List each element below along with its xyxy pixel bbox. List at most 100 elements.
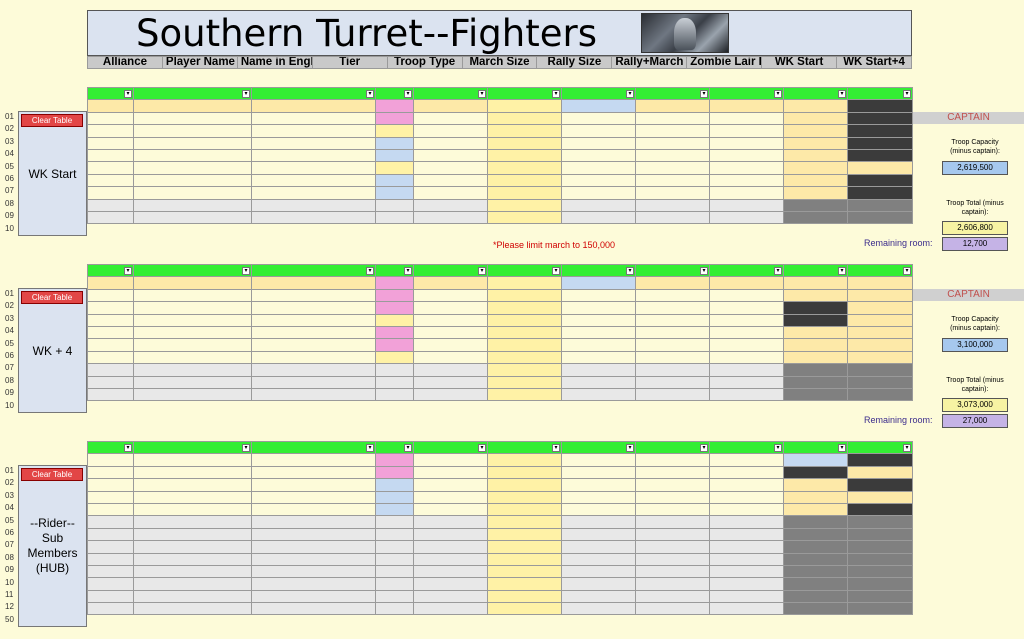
- filter-dropdown-icon[interactable]: ▾: [478, 90, 486, 99]
- rally-march-cell[interactable]: [635, 148, 710, 163]
- tier-cell[interactable]: [375, 465, 414, 480]
- troop-type-cell[interactable]: [413, 111, 488, 126]
- alliance-cell[interactable]: [87, 502, 134, 517]
- empty-cell[interactable]: [847, 589, 913, 604]
- empty-cell[interactable]: [133, 515, 252, 529]
- wk-start-cell[interactable]: [783, 111, 848, 126]
- rally-size-cell[interactable]: [561, 465, 636, 480]
- wk-start-cell[interactable]: [783, 99, 848, 113]
- wk-start-cell[interactable]: [783, 453, 848, 467]
- empty-cell[interactable]: [375, 564, 414, 579]
- table-row[interactable]: [87, 502, 913, 517]
- table-row[interactable]: [87, 99, 913, 113]
- empty-cell[interactable]: [847, 540, 913, 554]
- empty-cell[interactable]: [709, 564, 784, 579]
- filter-dropdown-icon[interactable]: ▾: [242, 444, 250, 453]
- rally-march-cell[interactable]: [635, 338, 710, 352]
- filter-dropdown-icon[interactable]: ▾: [903, 90, 911, 99]
- march-size-cell[interactable]: [487, 301, 562, 315]
- rally-march-cell[interactable]: [635, 502, 710, 517]
- table-row[interactable]: [87, 363, 913, 377]
- rally-size-cell[interactable]: [561, 338, 636, 352]
- player-name-cell[interactable]: [133, 276, 252, 290]
- empty-cell[interactable]: [783, 589, 848, 604]
- empty-cell[interactable]: [709, 375, 784, 389]
- filter-dropdown-icon[interactable]: ▾: [404, 444, 412, 453]
- troop-type-cell[interactable]: [413, 276, 488, 290]
- wk-start-4-cell[interactable]: [847, 301, 913, 315]
- rally-march-cell[interactable]: [635, 99, 710, 113]
- english-name-cell[interactable]: [251, 136, 376, 150]
- empty-cell[interactable]: [413, 210, 488, 225]
- empty-cell[interactable]: [783, 375, 848, 389]
- rally-march-cell[interactable]: [635, 453, 710, 467]
- filter-dropdown-icon[interactable]: ▾: [700, 444, 708, 453]
- empty-cell[interactable]: [375, 552, 414, 566]
- english-name-cell[interactable]: [251, 276, 376, 290]
- empty-cell[interactable]: [413, 363, 488, 377]
- table-row[interactable]: [87, 465, 913, 480]
- alliance-cell[interactable]: [87, 186, 134, 200]
- wk-start-4-cell[interactable]: [847, 325, 913, 340]
- table-row[interactable]: [87, 136, 913, 150]
- empty-cell[interactable]: [375, 540, 414, 554]
- table-row[interactable]: [87, 148, 913, 163]
- rally-size-cell[interactable]: [561, 490, 636, 504]
- empty-cell[interactable]: [251, 527, 376, 542]
- english-name-cell[interactable]: [251, 313, 376, 327]
- wk-start-cell[interactable]: [783, 465, 848, 480]
- zombie-lair-cell[interactable]: [709, 111, 784, 126]
- wk-start-4-cell[interactable]: [847, 288, 913, 303]
- player-name-cell[interactable]: [133, 124, 252, 138]
- zombie-lair-cell[interactable]: [709, 490, 784, 504]
- empty-cell[interactable]: [375, 515, 414, 529]
- table-row[interactable]: [87, 198, 913, 212]
- player-name-cell[interactable]: [133, 453, 252, 467]
- wk-start-cell[interactable]: [783, 136, 848, 150]
- wk-start-cell[interactable]: [783, 161, 848, 175]
- wk-start-cell[interactable]: [783, 313, 848, 327]
- troop-type-cell[interactable]: [413, 338, 488, 352]
- rally-size-cell[interactable]: [561, 173, 636, 188]
- zombie-lair-cell[interactable]: [709, 350, 784, 365]
- tier-cell[interactable]: [375, 325, 414, 340]
- alliance-cell[interactable]: [87, 301, 134, 315]
- zombie-lair-cell[interactable]: [709, 453, 784, 467]
- tier-cell[interactable]: [375, 301, 414, 315]
- english-name-cell[interactable]: [251, 301, 376, 315]
- rally-march-cell[interactable]: [635, 173, 710, 188]
- english-name-cell[interactable]: [251, 288, 376, 303]
- player-name-cell[interactable]: [133, 288, 252, 303]
- rally-size-cell[interactable]: [561, 148, 636, 163]
- rally-size-cell[interactable]: [561, 124, 636, 138]
- filter-dropdown-icon[interactable]: ▾: [838, 444, 846, 453]
- player-name-cell[interactable]: [133, 338, 252, 352]
- tier-cell[interactable]: [375, 124, 414, 138]
- player-name-cell[interactable]: [133, 99, 252, 113]
- filter-header-6[interactable]: ▾: [561, 440, 636, 455]
- empty-cell[interactable]: [413, 198, 488, 212]
- tier-cell[interactable]: [375, 173, 414, 188]
- english-name-cell[interactable]: [251, 99, 376, 113]
- wk-start-cell[interactable]: [783, 186, 848, 200]
- filter-dropdown-icon[interactable]: ▾: [700, 267, 708, 276]
- empty-cell[interactable]: [251, 602, 376, 616]
- filter-header-1[interactable]: ▾: [133, 86, 252, 101]
- empty-cell[interactable]: [561, 375, 636, 389]
- table-row[interactable]: [87, 173, 913, 188]
- empty-cell[interactable]: [87, 527, 134, 542]
- troop-type-cell[interactable]: [413, 313, 488, 327]
- filter-header-5[interactable]: ▾: [487, 86, 562, 101]
- empty-cell[interactable]: [847, 552, 913, 566]
- rally-size-cell[interactable]: [561, 276, 636, 290]
- alliance-cell[interactable]: [87, 161, 134, 175]
- wk-start-4-cell[interactable]: [847, 502, 913, 517]
- march-size-cell[interactable]: [487, 502, 562, 517]
- empty-cell[interactable]: [487, 198, 562, 212]
- player-name-cell[interactable]: [133, 313, 252, 327]
- table-row[interactable]: [87, 577, 913, 591]
- empty-cell[interactable]: [251, 552, 376, 566]
- wk-start-cell[interactable]: [783, 276, 848, 290]
- empty-cell[interactable]: [783, 198, 848, 212]
- empty-cell[interactable]: [847, 527, 913, 542]
